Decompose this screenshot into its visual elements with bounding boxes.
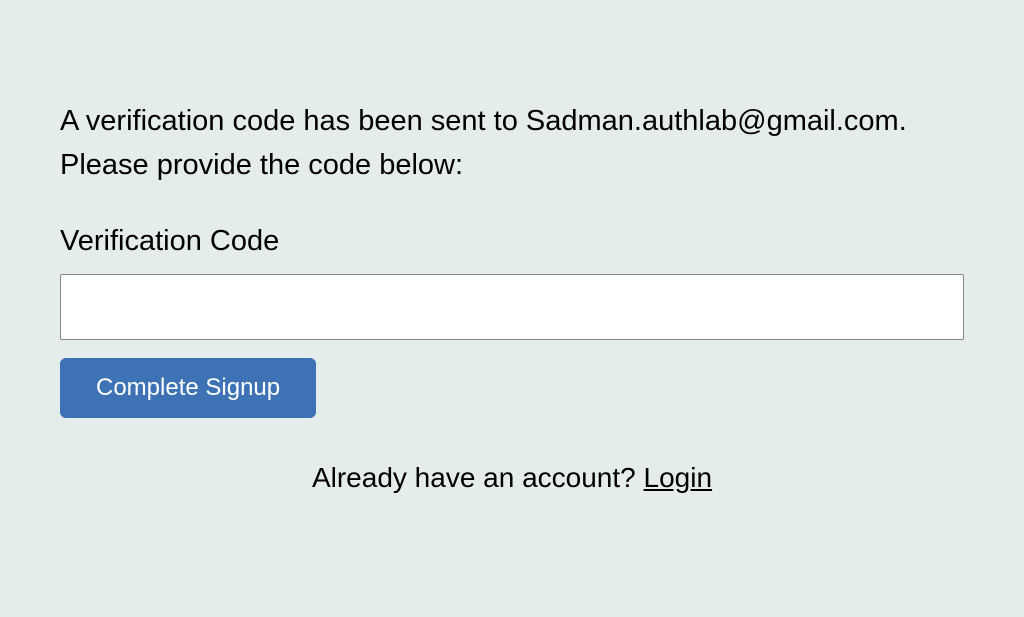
instruction-line-1: A verification code has been sent to Sad… <box>60 105 907 137</box>
verification-code-input[interactable] <box>60 274 964 340</box>
login-link[interactable]: Login <box>644 462 713 493</box>
instruction-line-2: Please provide the code below: <box>60 149 463 181</box>
verification-code-label: Verification Code <box>60 225 964 258</box>
footer-row: Already have an account? Login <box>60 462 964 494</box>
verification-form: A verification code has been sent to Sad… <box>0 0 1024 554</box>
instruction-text: A verification code has been sent to Sad… <box>60 100 964 187</box>
complete-signup-button[interactable]: Complete Signup <box>60 358 316 418</box>
footer-text: Already have an account? <box>312 462 644 493</box>
